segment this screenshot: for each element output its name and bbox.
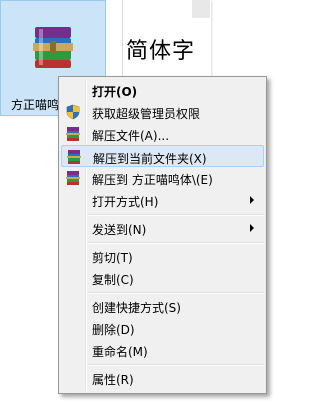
menu-item-open[interactable]: 打开(O) [61, 79, 264, 101]
menu-separator [88, 214, 264, 216]
menu-item-label: 重命名(M) [92, 345, 148, 359]
winrar-archive-icon [66, 127, 80, 141]
menu-item-cut[interactable]: 剪切(T) [61, 245, 264, 267]
menu-item-label: 打开(O) [92, 85, 138, 99]
menu-item-send-to[interactable]: 发送到(N) [61, 217, 264, 239]
menu-separator [88, 364, 264, 366]
menu-item-label: 打开方式(H) [92, 195, 159, 209]
page-fold-corner [192, 0, 210, 18]
menu-separator [88, 292, 264, 294]
menu-item-create-shortcut[interactable]: 创建快捷方式(S) [61, 295, 264, 317]
font-preview-text: 简体字 [126, 39, 196, 64]
menu-item-run-as-admin[interactable]: 获取超级管理员权限 [61, 101, 264, 123]
menu-item-label: 创建快捷方式(S) [92, 301, 181, 315]
menu-item-rename[interactable]: 重命名(M) [61, 339, 264, 361]
menu-item-properties[interactable]: 属性(R) [61, 367, 264, 389]
menu-item-label: 解压到 方正喵鸣体\(E) [92, 173, 213, 187]
menu-separator [88, 242, 264, 244]
menu-item-label: 发送到(N) [92, 223, 147, 237]
menu-item-open-with[interactable]: 打开方式(H) [61, 189, 264, 211]
menu-item-delete[interactable]: 删除(D) [61, 317, 264, 339]
menu-item-copy[interactable]: 复制(C) [61, 267, 264, 289]
context-menu: 打开(O) 获取超级管理员权限 解压文件(A)... 解压到当前文件夹(X) 解… [58, 76, 267, 394]
menu-item-label: 剪切(T) [92, 251, 133, 265]
uac-shield-icon [66, 104, 80, 120]
menu-item-label: 删除(D) [92, 323, 135, 337]
menu-item-extract-files[interactable]: 解压文件(A)... [61, 123, 264, 145]
menu-item-extract-here[interactable]: 解压到当前文件夹(X) [61, 145, 264, 167]
menu-item-label: 解压到当前文件夹(X) [93, 152, 207, 166]
winrar-archive-icon [66, 171, 80, 185]
menu-item-extract-to-folder[interactable]: 解压到 方正喵鸣体\(E) [61, 167, 264, 189]
menu-item-label: 解压文件(A)... [92, 129, 170, 143]
menu-item-label: 属性(R) [92, 373, 134, 387]
chevron-right-icon [250, 196, 254, 204]
font-file-icon[interactable]: 简体字 [122, 0, 211, 83]
winrar-archive-icon [67, 150, 81, 164]
chevron-right-icon [250, 224, 254, 232]
winrar-archive-icon [33, 27, 73, 68]
menu-item-label: 复制(C) [92, 273, 134, 287]
menu-item-label: 获取超级管理员权限 [92, 107, 201, 121]
